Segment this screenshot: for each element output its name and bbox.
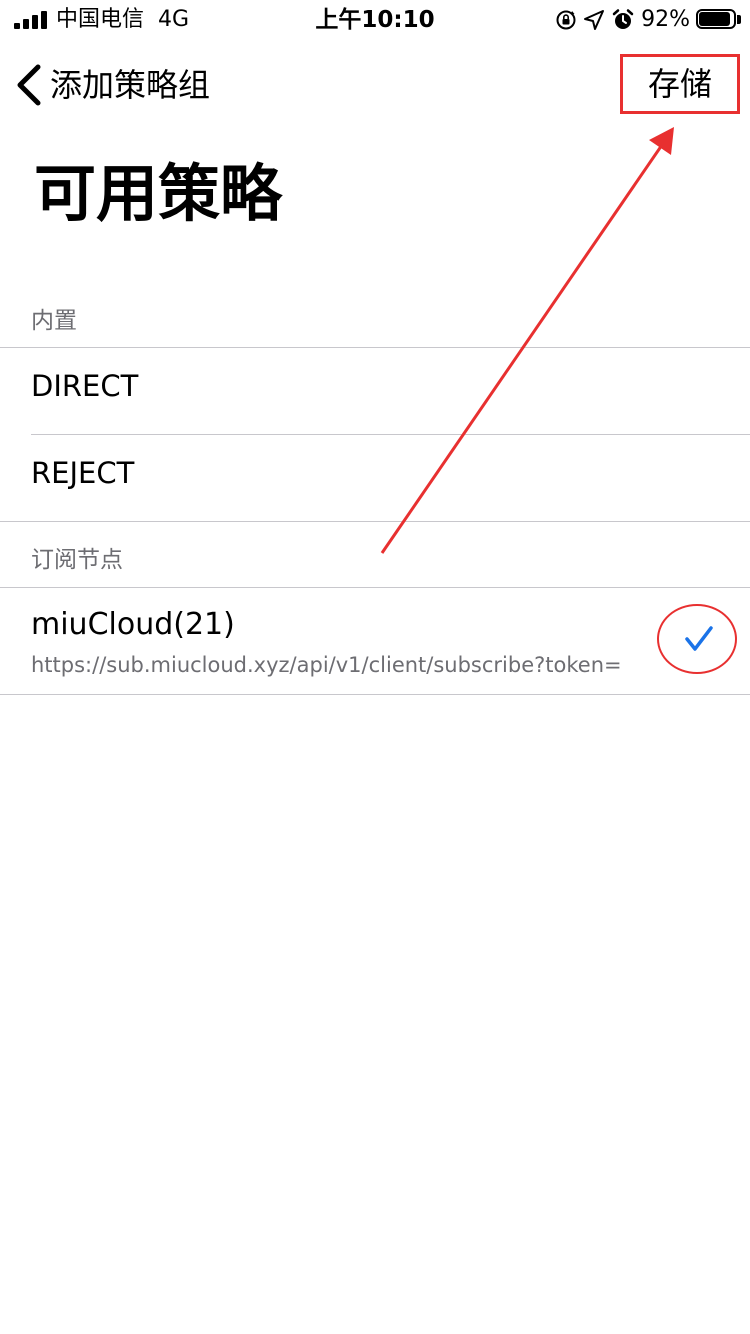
- status-icons: 92%: [555, 6, 742, 34]
- policy-label: REJECT: [31, 456, 135, 490]
- divider: [0, 521, 750, 522]
- battery-percentage: 92%: [641, 7, 690, 32]
- back-button[interactable]: 添加策略组: [14, 60, 210, 110]
- save-button[interactable]: 存储: [620, 54, 740, 114]
- policy-label: DIRECT: [31, 369, 139, 403]
- page-title: 可用策略: [34, 157, 283, 230]
- alarm-icon: [612, 9, 634, 29]
- battery-fill: [699, 12, 730, 26]
- policy-row-direct[interactable]: DIRECT: [0, 348, 750, 434]
- battery-icon: [696, 9, 742, 31]
- battery-tip: [737, 15, 741, 24]
- section-header-subscription: 订阅节点: [31, 547, 123, 573]
- location-arrow-icon: [584, 10, 605, 30]
- subscription-url: https://sub.miucloud.xyz/api/v1/client/s…: [31, 653, 622, 677]
- checkmark-icon: [685, 626, 713, 651]
- policy-row-reject[interactable]: REJECT: [0, 435, 750, 521]
- chevron-left-icon: [17, 64, 41, 106]
- status-bar: 中国电信 4G 上午10:10 92%: [0, 0, 750, 40]
- section-header-builtin: 内置: [31, 308, 77, 334]
- nav-title: 添加策略组: [50, 66, 211, 104]
- orientation-lock-icon: [556, 10, 576, 30]
- screen: 中国电信 4G 上午10:10 92% 添加策略组 存储 可用策略 内置 DIR…: [0, 0, 750, 1334]
- divider: [0, 694, 750, 695]
- subscription-title: miuCloud(21): [31, 607, 235, 642]
